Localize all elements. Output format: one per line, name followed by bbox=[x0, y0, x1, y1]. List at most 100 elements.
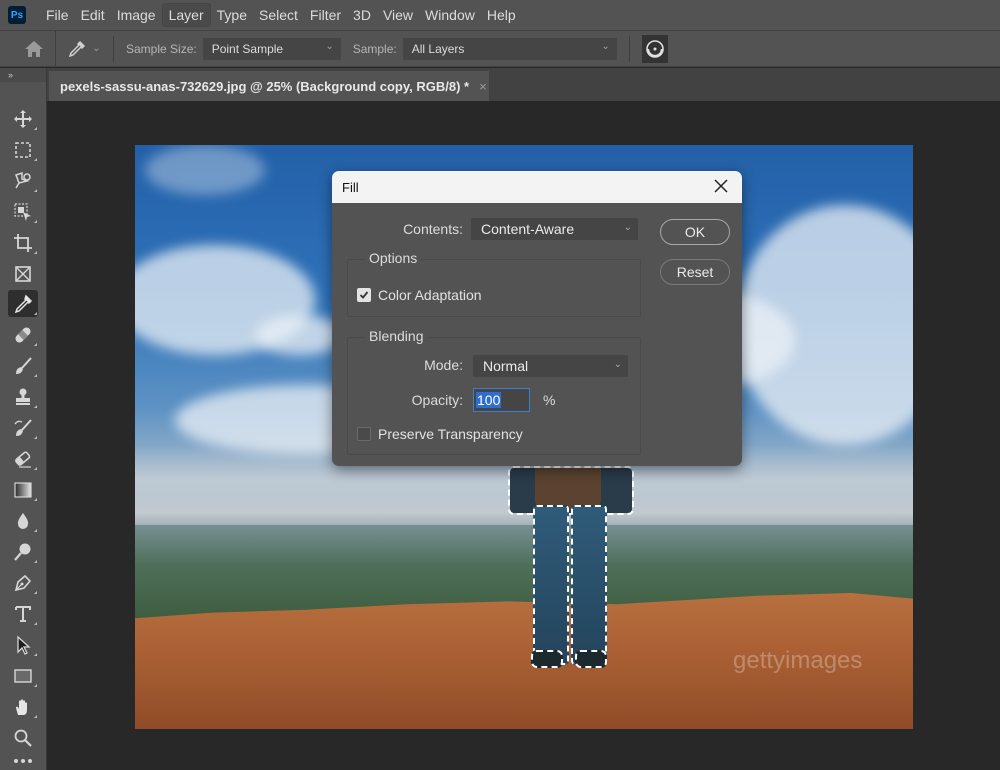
chevron-down-icon: ⌄ bbox=[601, 40, 610, 52]
eraser-icon bbox=[15, 450, 31, 468]
rectangular-marquee-tool[interactable] bbox=[8, 136, 38, 163]
document-tab[interactable]: pexels-sassu-anas-732629.jpg @ 25% (Back… bbox=[49, 71, 489, 101]
gradient-icon bbox=[14, 481, 32, 498]
lasso-icon bbox=[15, 171, 31, 188]
opacity-input[interactable]: 100 bbox=[473, 388, 530, 412]
sampling-ring-toggle[interactable] bbox=[641, 34, 668, 63]
frame-tool[interactable] bbox=[8, 260, 38, 287]
menu-3d[interactable]: 3D bbox=[347, 4, 377, 26]
brush-tool[interactable] bbox=[8, 352, 38, 379]
menu-bar: Ps File Edit Image Layer Type Select Fil… bbox=[0, 0, 1000, 30]
person-left-leg-selection bbox=[533, 505, 569, 665]
person-left-shoe bbox=[531, 650, 563, 668]
more-icon bbox=[14, 759, 32, 763]
backpack bbox=[535, 468, 601, 510]
color-adaptation-checkbox[interactable] bbox=[357, 288, 371, 302]
dialog-title-bar[interactable]: Fill bbox=[332, 171, 742, 203]
sample-value: All Layers bbox=[411, 41, 465, 56]
person-right-leg-selection bbox=[571, 505, 607, 665]
type-tool[interactable] bbox=[8, 600, 38, 627]
tools-panel: ›› bbox=[0, 68, 47, 770]
path-selection-tool[interactable] bbox=[8, 631, 38, 658]
options-group-title: Options bbox=[365, 250, 422, 266]
object-selection-icon bbox=[14, 202, 31, 221]
contents-value: Content-Aware bbox=[481, 221, 575, 237]
sample-label: Sample: bbox=[352, 41, 397, 56]
contents-label: Contents: bbox=[403, 221, 463, 237]
zoom-icon bbox=[14, 729, 32, 747]
arrow-icon bbox=[17, 635, 31, 655]
eyedropper-icon bbox=[14, 294, 33, 313]
photoshop-logo-icon: Ps bbox=[8, 6, 26, 24]
menu-filter[interactable]: Filter bbox=[304, 4, 347, 26]
color-adaptation-label[interactable]: Color Adaptation bbox=[378, 287, 482, 303]
close-tab-icon[interactable]: × bbox=[479, 79, 487, 94]
stamp-icon bbox=[16, 388, 30, 405]
chevron-down-icon: ⌄ bbox=[613, 359, 622, 370]
opacity-value: 100 bbox=[476, 392, 502, 408]
menu-select[interactable]: Select bbox=[253, 4, 304, 26]
contents-select[interactable]: Content-Aware ⌄ bbox=[471, 218, 638, 240]
tool-preset-picker[interactable]: ⌄ bbox=[56, 35, 114, 62]
document-tab-bar: pexels-sassu-anas-732629.jpg @ 25% (Back… bbox=[47, 68, 1000, 101]
separator bbox=[628, 35, 630, 62]
sampling-ring-icon bbox=[645, 39, 664, 58]
brush-icon bbox=[16, 356, 32, 374]
mode-select[interactable]: Normal ⌄ bbox=[473, 355, 628, 377]
edit-toolbar-button[interactable] bbox=[8, 752, 38, 770]
droplet-icon bbox=[17, 512, 29, 529]
menu-layer[interactable]: Layer bbox=[161, 3, 211, 27]
preserve-transparency-label[interactable]: Preserve Transparency bbox=[378, 426, 523, 442]
menu-help[interactable]: Help bbox=[481, 4, 522, 26]
menu-file[interactable]: File bbox=[40, 4, 75, 26]
hand-tool[interactable] bbox=[8, 693, 38, 720]
bandage-icon bbox=[15, 326, 31, 343]
healing-brush-tool[interactable] bbox=[8, 321, 38, 348]
ok-button[interactable]: OK bbox=[660, 219, 730, 245]
menu-edit[interactable]: Edit bbox=[75, 4, 111, 26]
dodge-tool[interactable] bbox=[8, 538, 38, 565]
lasso-tool[interactable] bbox=[8, 167, 38, 194]
reset-button[interactable]: Reset bbox=[660, 259, 730, 285]
blending-group-title: Blending bbox=[365, 328, 428, 344]
crop-tool[interactable] bbox=[8, 229, 38, 256]
sample-select[interactable]: All Layers ⌄ bbox=[402, 37, 617, 60]
pen-tool[interactable] bbox=[8, 569, 38, 596]
clone-stamp-tool[interactable] bbox=[8, 383, 38, 410]
object-selection-tool[interactable] bbox=[8, 198, 38, 225]
preserve-transparency-checkbox[interactable] bbox=[357, 427, 371, 441]
menu-window[interactable]: Window bbox=[419, 4, 481, 26]
history-brush-tool[interactable] bbox=[8, 414, 38, 441]
blur-tool[interactable] bbox=[8, 507, 38, 534]
gradient-tool[interactable] bbox=[8, 476, 38, 503]
pen-icon bbox=[14, 574, 32, 591]
rectangle-tool[interactable] bbox=[8, 662, 38, 689]
crop-icon bbox=[14, 233, 32, 252]
checkmark-icon bbox=[359, 291, 369, 299]
eraser-tool[interactable] bbox=[8, 445, 38, 472]
options-bar: ⌄ Sample Size: Point Sample ⌄ Sample: Al… bbox=[0, 30, 1000, 67]
collapse-panel-button[interactable]: ›› bbox=[0, 68, 46, 82]
rectangle-icon bbox=[14, 668, 32, 683]
home-button[interactable] bbox=[12, 31, 56, 66]
opacity-unit: % bbox=[543, 392, 556, 408]
sample-size-select[interactable]: Point Sample ⌄ bbox=[202, 37, 341, 60]
chevron-down-icon: ⌄ bbox=[92, 43, 101, 54]
frame-icon bbox=[15, 265, 31, 282]
eyedropper-tool[interactable] bbox=[8, 290, 38, 317]
opacity-label: Opacity: bbox=[411, 392, 463, 408]
menu-image[interactable]: Image bbox=[111, 4, 162, 26]
menu-type[interactable]: Type bbox=[211, 4, 253, 26]
zoom-tool[interactable] bbox=[8, 724, 38, 751]
dialog-title: Fill bbox=[342, 179, 359, 195]
close-icon[interactable] bbox=[712, 177, 730, 195]
hand-icon bbox=[16, 698, 27, 715]
person-right-shoe bbox=[575, 650, 607, 668]
chevron-down-icon: ⌄ bbox=[325, 40, 334, 52]
menu-view[interactable]: View bbox=[377, 4, 419, 26]
sample-size-value: Point Sample bbox=[211, 41, 284, 56]
eyedropper-icon bbox=[69, 40, 86, 57]
move-tool[interactable] bbox=[8, 105, 38, 132]
history-brush-icon bbox=[14, 418, 32, 436]
sample-size-label: Sample Size: bbox=[126, 41, 197, 56]
